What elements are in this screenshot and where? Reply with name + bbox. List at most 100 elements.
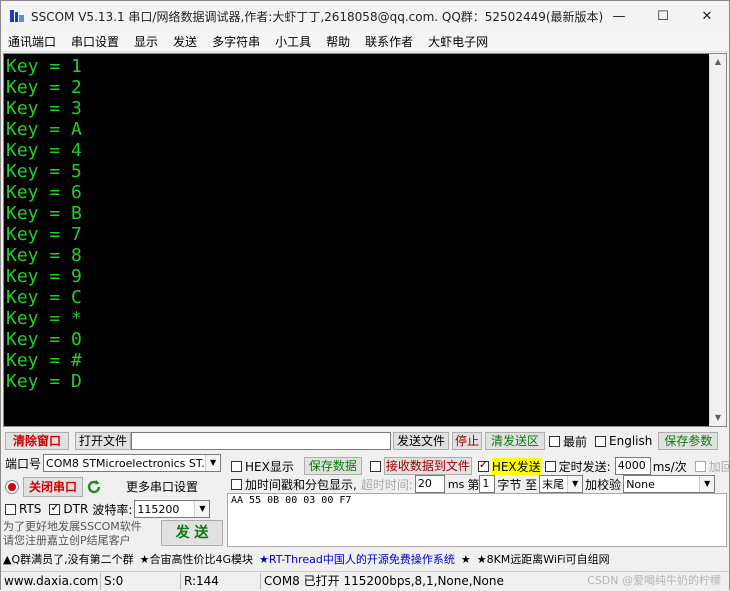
menu-serial-settings[interactable]: 串口设置	[64, 33, 127, 50]
receive-line: Key = 1	[6, 56, 82, 77]
refresh-icon[interactable]	[86, 479, 102, 495]
port-select[interactable]: COM8 STMicroelectronics ST... ▼	[43, 454, 222, 472]
window-title: SSCOM V5.13.1 串口/网络数据调试器,作者:大虾丁丁,2618058…	[31, 9, 604, 24]
menu-comm-port[interactable]: 通讯端口	[1, 33, 64, 50]
menu-contact-author[interactable]: 联系作者	[358, 33, 421, 50]
receive-line: Key = 4	[6, 140, 82, 161]
promo-line-1: 为了更好地发展SSCOM软件	[3, 520, 142, 533]
timeout-label: 超时时间:	[360, 477, 413, 492]
ad-item[interactable]: ★RT-Thread中国人的开源免费操作系统	[259, 551, 455, 567]
sent-count: S:0	[101, 573, 181, 590]
hex-display-label: HEX显示	[245, 459, 294, 474]
checksum-label: 加校验	[585, 477, 622, 492]
receive-line: Key = 0	[6, 329, 82, 350]
more-port-settings-button[interactable]: 更多串口设置	[124, 478, 200, 496]
watermark: CSDN @爱喝纯牛奶的柠檬	[587, 574, 721, 587]
receive-line: Key = A	[6, 119, 82, 140]
recv-to-file-button[interactable]: 接收数据到文件	[383, 457, 472, 475]
topmost-checkbox[interactable]	[549, 435, 560, 447]
port-info: COM8 已打开 115200bps,8,1,None,None	[264, 574, 504, 588]
save-params-button[interactable]: 保存参数	[658, 432, 719, 450]
baud-select[interactable]: 115200 ▼	[134, 500, 211, 518]
timeout-input[interactable]: 20	[414, 475, 445, 493]
receive-line: Key = 3	[6, 98, 82, 119]
receive-line: Key = 7	[6, 224, 82, 245]
add-crlf-label: 加回车换行	[708, 459, 730, 474]
end-select-value: 末尾	[542, 478, 565, 491]
timestamp-checkbox[interactable]	[231, 478, 242, 490]
clear-send-button[interactable]: 清发送区	[485, 432, 545, 450]
ad-bar: ▲Q群满员了,没有第二个群 ★合宙高性价比4G模块 ★RT-Thread中国人的开源…	[3, 550, 729, 568]
receive-scrollbar[interactable]: ▲ ▼	[709, 54, 726, 426]
file-toolbar: 清除窗口 打开文件 发送文件 停止 清发送区 最前 English 保存参数	[5, 431, 727, 451]
interval-unit: ms/次	[652, 459, 687, 474]
scroll-up-icon[interactable]: ▲	[710, 54, 726, 70]
rts-checkbox[interactable]	[5, 503, 16, 515]
website-link[interactable]: www.daxia.com	[1, 573, 101, 590]
end-select[interactable]: 末尾 ▼	[539, 475, 584, 493]
rts-label: RTS	[19, 502, 42, 516]
english-label: English	[609, 434, 653, 448]
close-icon[interactable]: ✕	[685, 1, 729, 31]
receive-line: Key = C	[6, 287, 82, 308]
ad-item[interactable]: ★8KM远距离WiFi可自组网	[477, 551, 610, 567]
close-port-button[interactable]: 关闭串口	[23, 477, 83, 497]
port-panel: 端口号 COM8 STMicroelectronics ST... ▼ 关闭串口…	[3, 454, 225, 550]
interval-input[interactable]: 4000	[614, 457, 651, 475]
timestamp-label: 加时间戳和分包显示,	[245, 477, 357, 492]
hex-send-checkbox[interactable]	[477, 458, 489, 472]
sscom-app-icon	[9, 8, 25, 24]
send-button[interactable]: 发 送	[161, 520, 223, 546]
promo-line-2: 请您注册嘉立创P结尾客户	[3, 534, 131, 547]
menu-multi-string[interactable]: 多字符串	[205, 33, 268, 50]
open-file-button[interactable]: 打开文件	[75, 432, 131, 450]
chevron-down-icon: ▼	[699, 476, 715, 492]
minimize-icon[interactable]: —	[597, 1, 641, 31]
checksum-select[interactable]: None ▼	[623, 475, 716, 493]
maximize-icon[interactable]: ☐	[641, 1, 685, 31]
receive-area[interactable]: Key = 1 Key = 2 Key = 3 Key = A Key = 4 Key =…	[3, 53, 727, 427]
receive-line: Key = 2	[6, 77, 82, 98]
timed-send-label: 定时发送:	[558, 459, 611, 474]
receive-text: Key = 1 Key = 2 Key = 3 Key = A Key = 4 Key =…	[4, 54, 710, 426]
ad-item[interactable]: ★	[461, 553, 471, 566]
timed-send-checkbox[interactable]	[544, 460, 556, 472]
byte-label: 第	[467, 477, 480, 492]
receive-line: Key = B	[6, 203, 82, 224]
hex-display-checkbox[interactable]	[231, 460, 242, 472]
send-file-button[interactable]: 发送文件	[393, 432, 449, 450]
send-input[interactable]: AA 55 0B 00 03 00 F7	[227, 493, 727, 547]
baud-select-value: 115200	[137, 502, 180, 516]
menu-display[interactable]: 显示	[127, 33, 166, 50]
scroll-down-icon[interactable]: ▼	[710, 410, 726, 426]
menu-daxia-website[interactable]: 大虾电子网	[421, 33, 496, 50]
dtr-checkbox[interactable]	[49, 501, 61, 515]
port-select-value: COM8 STMicroelectronics ST...	[46, 456, 212, 470]
title-bar: SSCOM V5.13.1 串口/网络数据调试器,作者:大虾丁丁,2618058…	[1, 1, 729, 31]
add-crlf-checkbox[interactable]	[694, 460, 706, 472]
receive-line: Key = 9	[6, 266, 82, 287]
recv-to-file-checkbox[interactable]	[369, 460, 381, 472]
english-checkbox[interactable]	[595, 435, 607, 447]
receive-line: Key = 6	[6, 182, 82, 203]
dtr-label: DTR	[63, 502, 89, 516]
receive-line: Key = 8	[6, 245, 82, 266]
file-path-input[interactable]	[131, 432, 391, 450]
menu-help[interactable]: 帮助	[319, 33, 358, 50]
received-count: R:144	[181, 573, 261, 590]
ad-item[interactable]: ▲Q群满员了,没有第二个群	[3, 551, 134, 567]
ad-item[interactable]: ★合宙高性价比4G模块	[140, 551, 253, 567]
byte-input[interactable]: 1	[479, 475, 496, 493]
menu-tools[interactable]: 小工具	[268, 33, 319, 50]
stop-button[interactable]: 停止	[452, 432, 482, 450]
menu-send[interactable]: 发送	[166, 33, 205, 50]
clear-window-button[interactable]: 清除窗口	[5, 432, 69, 450]
sscom-window: SSCOM V5.13.1 串口/网络数据调试器,作者:大虾丁丁,2618058…	[0, 0, 730, 591]
save-data-button[interactable]: 保存数据	[303, 457, 362, 475]
port-label: 端口号	[5, 456, 42, 471]
receive-line: Key = 5	[6, 161, 82, 182]
topmost-label: 最前	[563, 434, 588, 449]
options-row-2: 加时间戳和分包显示, 超时时间: 20 ms 第 1 字节 至 末尾 ▼ 加校验…	[231, 475, 716, 493]
chevron-down-icon: ▼	[567, 476, 583, 492]
checksum-select-value: None	[626, 477, 655, 491]
